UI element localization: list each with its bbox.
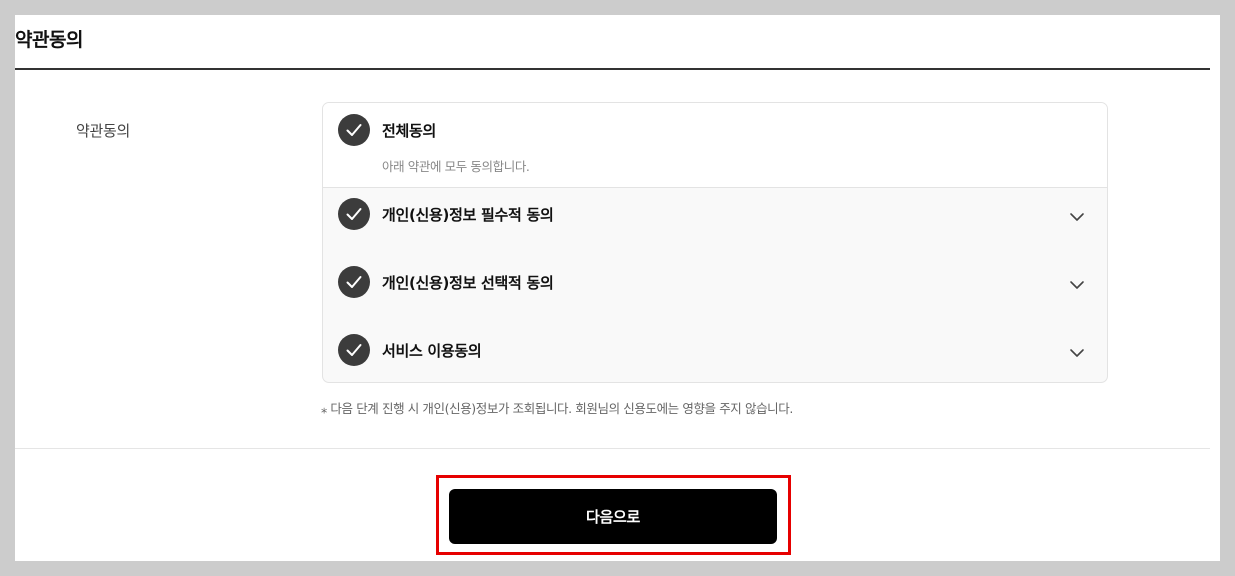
next-button[interactable]: 다음으로 <box>449 489 777 544</box>
term-label: 개인(신용)정보 선택적 동의 <box>382 274 554 292</box>
all-agree-row[interactable]: 전체동의 아래 약관에 모두 동의합니다. <box>323 103 1107 188</box>
check-circle-icon[interactable] <box>338 114 370 146</box>
term-row-required[interactable]: 개인(신용)정보 필수적 동의 <box>323 188 1107 256</box>
term-label: 개인(신용)정보 필수적 동의 <box>382 206 554 224</box>
chevron-down-icon[interactable] <box>1069 276 1085 289</box>
credit-check-notice: ⁎ 다음 단계 진행 시 개인(신용)정보가 조회됩니다. 회원님의 신용도에는… <box>321 401 793 416</box>
chevron-down-icon[interactable] <box>1069 208 1085 221</box>
terms-row-label: 약관동의 <box>76 122 131 140</box>
footer-divider <box>15 448 1210 449</box>
check-circle-icon[interactable] <box>338 198 370 230</box>
section-title: 약관동의 <box>15 29 83 51</box>
check-circle-icon[interactable] <box>338 334 370 366</box>
all-agree-description: 아래 약관에 모두 동의합니다. <box>382 159 530 174</box>
all-agree-label: 전체동의 <box>382 122 437 140</box>
chevron-down-icon[interactable] <box>1069 344 1085 357</box>
terms-agreement-panel: 약관동의 약관동의 전체동의 아래 약관에 모두 동의합니다. 개인(신용)정보… <box>15 15 1220 561</box>
term-label: 서비스 이용동의 <box>382 342 482 360</box>
title-divider <box>15 68 1210 70</box>
check-circle-icon[interactable] <box>338 266 370 298</box>
term-row-optional[interactable]: 개인(신용)정보 선택적 동의 <box>323 256 1107 324</box>
terms-box: 전체동의 아래 약관에 모두 동의합니다. 개인(신용)정보 필수적 동의 개인… <box>322 102 1108 383</box>
term-row-service[interactable]: 서비스 이용동의 <box>323 324 1107 382</box>
